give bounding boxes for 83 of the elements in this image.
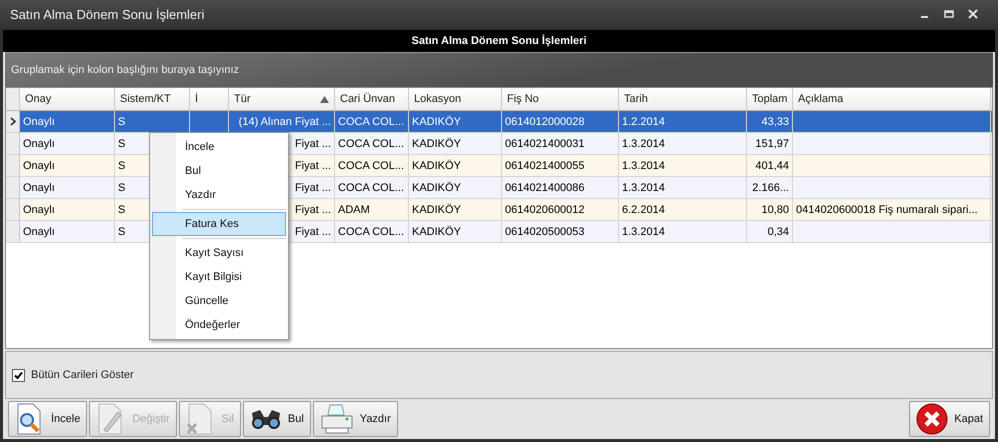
table-cell: Fiyat ... xyxy=(294,138,331,150)
table-cell: S xyxy=(118,160,126,172)
table-cell: 151,97 xyxy=(755,138,789,150)
table-cell: 0,34 xyxy=(768,226,789,238)
close-icon[interactable] xyxy=(968,9,978,19)
row-pointer-icon xyxy=(10,117,16,126)
maximize-icon[interactable] xyxy=(944,9,954,19)
group-hint: Gruplamak için kolon başlığını buraya taşıyınız xyxy=(11,64,240,76)
table-cell: S xyxy=(118,226,126,238)
column-header[interactable]: Lokasyon xyxy=(409,88,502,110)
table-cell: 0614021400086 xyxy=(505,182,585,194)
column-header[interactable]: Açıklama xyxy=(793,88,991,110)
menu-item[interactable]: Kayıt Sayısı xyxy=(152,241,286,265)
menu-item[interactable]: Güncelle xyxy=(152,289,286,313)
table-cell: COCA COL... xyxy=(338,116,404,128)
table-cell: Fiyat ... xyxy=(294,204,331,216)
column-header[interactable]: Sistem/KT xyxy=(115,88,190,110)
table-cell: KADIKÖY xyxy=(412,160,461,172)
table-cell: 401,44 xyxy=(755,160,789,172)
print-button[interactable]: Yazdır xyxy=(312,401,398,437)
table-cell: Fiyat ... xyxy=(294,182,331,194)
column-header[interactable]: İ xyxy=(190,88,229,110)
table-cell: S xyxy=(118,182,126,194)
table-cell: 0414020600018 Fiş numaralı sipari... xyxy=(796,204,978,216)
table-cell: 1.3.2014 xyxy=(622,226,665,238)
table-cell: 2.166... xyxy=(752,182,789,194)
row-indicator-header xyxy=(6,88,20,110)
table-cell: Onaylı xyxy=(23,226,55,238)
column-header[interactable]: Tür xyxy=(229,88,335,110)
checkbox[interactable] xyxy=(12,368,25,382)
table-cell: 1.3.2014 xyxy=(622,182,665,194)
table-cell: S xyxy=(118,204,126,216)
table-cell: COCA COL... xyxy=(338,226,404,238)
table-cell: ADAM xyxy=(338,204,370,216)
header-title: Satın Alma Dönem Sonu İşlemleri xyxy=(411,35,587,47)
menu-item[interactable]: Kayıt Bilgisi xyxy=(152,265,286,289)
table-cell: Onaylı xyxy=(23,116,55,128)
close-button[interactable]: Kapat xyxy=(909,401,990,437)
table-cell: S xyxy=(118,138,126,150)
table-cell: COCA COL... xyxy=(338,138,404,150)
column-header[interactable]: Tarih xyxy=(619,88,747,110)
table-cell: KADIKÖY xyxy=(412,138,461,150)
checkbox-label: Bütün Carileri Göster xyxy=(31,369,134,381)
table-cell: 1.3.2014 xyxy=(622,138,665,150)
table-cell: COCA COL... xyxy=(338,160,404,172)
table-cell: 0614020600012 xyxy=(505,204,585,216)
binoculars-icon xyxy=(250,407,282,431)
column-header[interactable]: Onay xyxy=(20,88,115,110)
table-cell: COCA COL... xyxy=(338,182,404,194)
table-cell: Onaylı xyxy=(23,182,55,194)
sort-icon xyxy=(320,96,329,102)
table-cell: 0614020500053 xyxy=(505,226,585,238)
table-cell: KADIKÖY xyxy=(412,204,461,216)
table-cell: 0614021400055 xyxy=(505,160,585,172)
column-header[interactable]: Fiş No xyxy=(502,88,619,110)
table-cell: 6.2.2014 xyxy=(622,204,665,216)
table-cell: 43,33 xyxy=(761,116,789,128)
table-cell: KADIKÖY xyxy=(412,226,461,238)
column-header[interactable]: Cari Ünvan xyxy=(335,88,409,110)
printer-icon xyxy=(320,404,354,434)
table-cell: (14) Alınan Fiyat ... xyxy=(238,116,331,128)
table-cell: 10,80 xyxy=(761,204,789,216)
table-cell: Fiyat ... xyxy=(294,226,331,238)
menu-item[interactable]: Öndeğerler xyxy=(152,313,286,337)
table-cell: 1.2.2014 xyxy=(622,116,665,128)
table-cell: S xyxy=(118,116,126,128)
column-header[interactable]: Toplam xyxy=(747,88,793,110)
inspect-button[interactable]: İncele xyxy=(8,401,88,437)
close-icon xyxy=(916,403,948,435)
find-button[interactable]: Bul xyxy=(242,401,311,437)
table-cell: Onaylı xyxy=(23,204,55,216)
table-cell: 0614012000028 xyxy=(505,116,585,128)
table-cell: Onaylı xyxy=(23,138,55,150)
table-cell: Onaylı xyxy=(23,160,55,172)
table-cell: KADIKÖY xyxy=(412,182,461,194)
table-cell: 1.3.2014 xyxy=(622,160,665,172)
table-cell: 0614021400031 xyxy=(505,138,585,150)
table-cell: Fiyat ... xyxy=(294,160,331,172)
row-indicator[interactable] xyxy=(6,111,20,132)
menu-item[interactable]: Fatura Kes xyxy=(152,212,286,236)
table-cell: KADIKÖY xyxy=(412,116,461,128)
table-row[interactable]: Onaylı S (14) Alınan Fiyat ... COCA COL... KADIKÖY 0614012000028 1.2.2014 43,33 xyxy=(6,111,992,133)
window-title: Satın Alma Dönem Sonu İşlemleri xyxy=(10,6,204,22)
